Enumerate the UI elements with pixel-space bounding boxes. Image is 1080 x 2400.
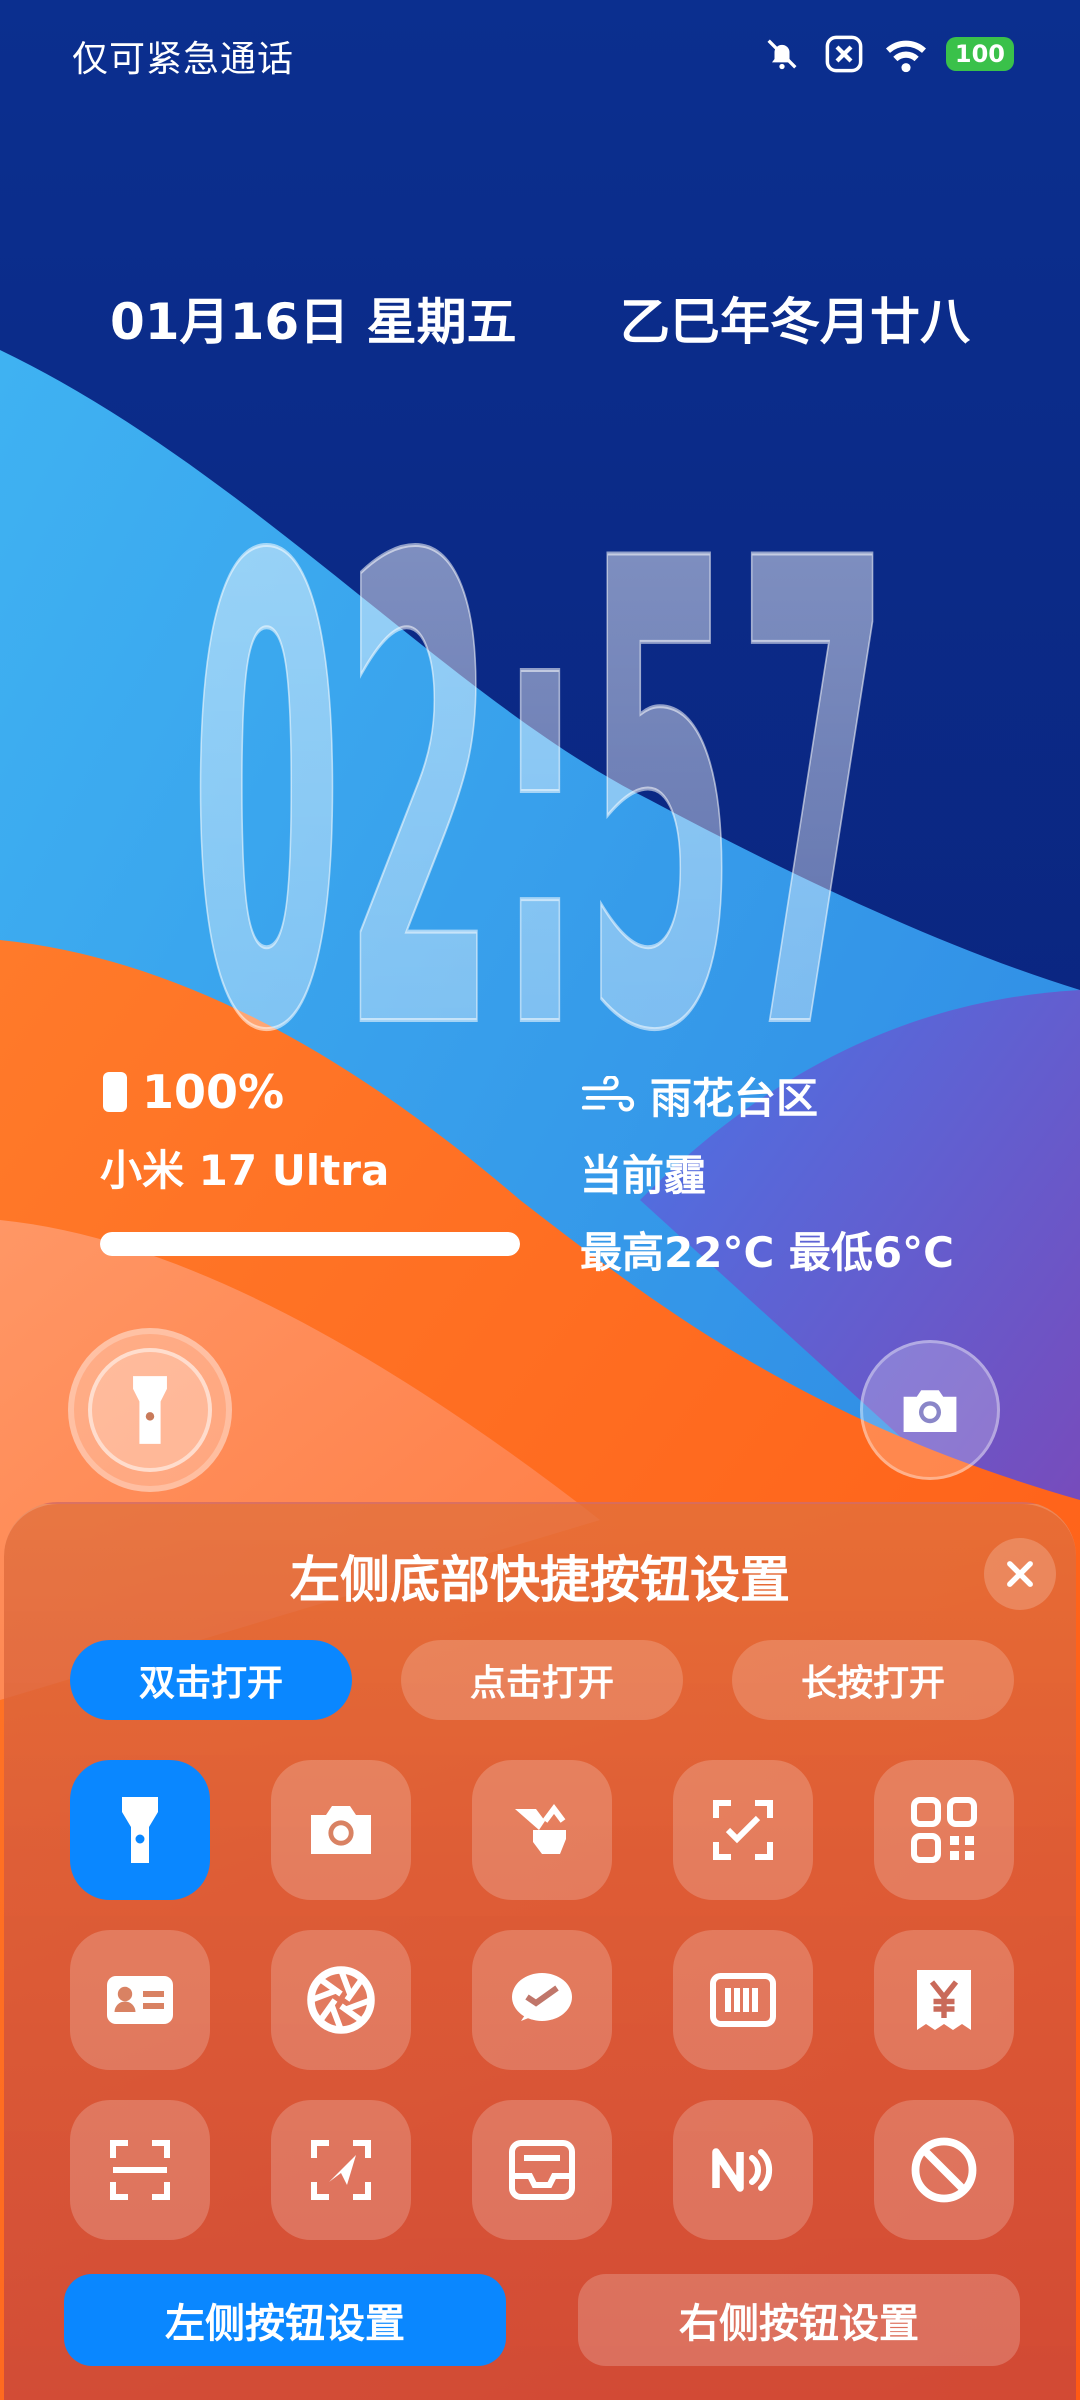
tab-tap[interactable]: 点击打开 <box>401 1640 683 1720</box>
panel-title: 左侧底部快捷按钮设置 <box>290 1551 790 1609</box>
barcode-icon <box>710 1973 776 2027</box>
flashlight-icon <box>122 1797 158 1863</box>
tile-aperture[interactable] <box>271 1930 411 2070</box>
gregorian-date: 01月16日 星期五 <box>110 293 517 351</box>
wind-icon <box>581 1075 635 1111</box>
yuan-receipt-icon <box>917 1970 971 2030</box>
tab-long-press[interactable]: 长按打开 <box>732 1640 1014 1720</box>
bell-off-icon <box>760 32 804 76</box>
tab-double-tap[interactable]: 双击打开 <box>70 1640 352 1720</box>
phone-icon <box>103 1072 127 1112</box>
battery-bar-fill <box>100 1232 520 1256</box>
tile-flashlight[interactable] <box>70 1760 210 1900</box>
close-box-icon <box>822 32 866 76</box>
trigger-tabs: 双击打开 点击打开 长按打开 <box>70 1640 1014 1720</box>
device-name: 小米 17 Ultra <box>100 1146 390 1195</box>
right-button-settings[interactable]: 右侧按钮设置 <box>578 2274 1020 2366</box>
wechat-pay-icon <box>512 1973 572 2021</box>
shortcut-grid <box>70 1760 1014 2240</box>
clock-digits: 02:57 <box>188 424 892 1173</box>
clock: 02:57 <box>160 370 920 1173</box>
aperture-icon <box>307 1966 375 2034</box>
carrier-text: 仅可紧急通话 <box>72 39 295 80</box>
tile-scan-frame[interactable] <box>70 2100 210 2240</box>
shortcut-settings-panel: 左侧底部快捷按钮设置 双击打开 点击打开 长按打开 左侧按钮设置 右侧按钮设置 <box>4 1502 1076 2400</box>
close-icon <box>1007 1561 1033 1587</box>
tile-barcode[interactable] <box>673 1930 813 2070</box>
wifi-icon <box>884 32 928 76</box>
status-bar: 仅可紧急通话 100 <box>0 0 1080 110</box>
qr-code-icon <box>911 1797 977 1863</box>
flashlight-icon <box>133 1376 167 1444</box>
tile-nfc[interactable] <box>673 2100 813 2240</box>
tile-translate[interactable] <box>472 1760 612 1900</box>
battery-percent: 100% <box>142 1065 285 1119</box>
battery-icon: 100 <box>945 37 1014 71</box>
camera-icon <box>903 1390 957 1432</box>
weather-condition: 当前霾 <box>580 1151 707 1200</box>
lockscreen-camera-button[interactable] <box>860 1340 1000 1480</box>
side-button-switch: 左侧按钮设置 右侧按钮设置 <box>64 2274 1020 2366</box>
close-button[interactable] <box>984 1538 1056 1610</box>
weather-range: 最高22°C 最低6°C <box>580 1228 954 1277</box>
lockscreen-flashlight-button[interactable] <box>68 1328 232 1492</box>
tile-camera[interactable] <box>271 1760 411 1900</box>
tile-yuan-receipt[interactable] <box>874 1930 1014 2070</box>
camera-icon <box>311 1806 371 1854</box>
translate-icon <box>515 1804 566 1854</box>
left-button-settings[interactable]: 左侧按钮设置 <box>64 2274 506 2366</box>
battery-widget: 100% 小米 17 Ultra <box>100 1065 520 1256</box>
tile-inbox[interactable] <box>472 2100 612 2240</box>
id-card-icon <box>107 1976 173 2024</box>
clock-time: 02:57 <box>190 426 890 1050</box>
inbox-icon <box>509 2140 575 2200</box>
status-icons: 100 <box>760 32 1014 76</box>
send-scan-icon <box>311 2140 371 2200</box>
battery-bar <box>100 1232 520 1256</box>
tile-scan-check[interactable] <box>673 1760 813 1900</box>
weather-location: 雨花台区 <box>650 1074 819 1123</box>
scan-frame-icon <box>110 2140 170 2200</box>
nfc-icon <box>712 2148 773 2192</box>
tile-qr-code[interactable] <box>874 1760 1014 1900</box>
tile-id-card[interactable] <box>70 1930 210 2070</box>
tile-disable[interactable] <box>874 2100 1014 2240</box>
scan-check-icon <box>713 1800 773 1860</box>
disable-icon <box>911 2137 977 2203</box>
tile-send-scan[interactable] <box>271 2100 411 2240</box>
lunar-date: 乙巳年冬月廿八 <box>620 293 970 351</box>
tile-wechat-pay[interactable] <box>472 1930 612 2070</box>
weather-widget: 雨花台区 当前霾 最高22°C 最低6°C <box>580 1065 1000 1280</box>
